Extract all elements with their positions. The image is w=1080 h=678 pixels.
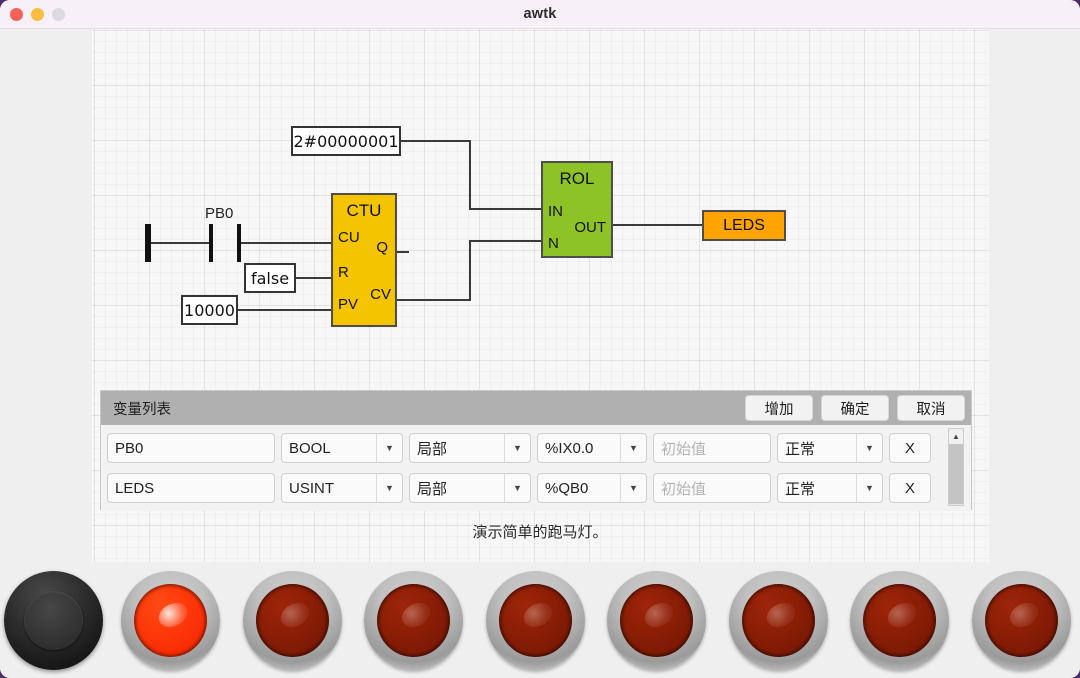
contact-label-pb0: PB0 (205, 205, 233, 222)
chevron-down-icon[interactable]: ▼ (376, 434, 402, 462)
window-controls (10, 8, 65, 21)
led-highlight (155, 598, 192, 632)
variable-scope-value-0: 局部 (410, 438, 504, 459)
led-highlight (519, 598, 556, 632)
close-button[interactable] (10, 8, 23, 21)
literal-rotate-pattern[interactable]: 2#00000001 (291, 126, 401, 156)
led-lens (256, 584, 329, 657)
variable-state-value-0: 正常 (778, 438, 856, 459)
led-lens (863, 584, 936, 657)
rol-pin-n: N (548, 235, 559, 252)
led-indicator-2[interactable] (364, 571, 463, 670)
ctu-pin-r: R (338, 264, 349, 281)
led-lens (620, 584, 693, 657)
zoom-button[interactable] (52, 8, 65, 21)
led-indicator-7[interactable] (972, 571, 1071, 670)
variable-initial-input-0[interactable]: 初始值 (653, 433, 771, 463)
led-indicator-6[interactable] (850, 571, 949, 670)
rol-pin-out: OUT (574, 219, 606, 236)
chevron-down-icon[interactable]: ▼ (376, 474, 402, 502)
led-lens (742, 584, 815, 657)
variable-name-input-0[interactable]: PB0 (107, 433, 275, 463)
led-indicator-0[interactable] (121, 571, 220, 670)
table-row: PB0 BOOL ▼ 局部 ▼ %IX0.0 ▼ 初始值 正常 ▼ (107, 431, 971, 465)
led-highlight (884, 598, 921, 632)
rol-title: ROL (543, 169, 611, 189)
variable-name-input-1[interactable]: LEDS (107, 473, 275, 503)
variable-type-value-1: USINT (282, 480, 376, 497)
ctu-title: CTU (333, 201, 395, 221)
hint-text: 演示简单的跑马灯。 (0, 521, 1080, 542)
led-strip (0, 562, 1080, 678)
variable-address-value-0: %IX0.0 (538, 440, 620, 457)
title-bar: awtk (0, 0, 1080, 29)
delete-row-button-1[interactable]: X (889, 473, 931, 503)
variable-address-select-1[interactable]: %QB0 ▼ (537, 473, 647, 503)
led-highlight (641, 598, 678, 632)
led-highlight (1005, 598, 1042, 632)
app-window: awtk 2#00000001 false 10000 PB0 CTU CU (0, 0, 1080, 678)
scroll-up-icon[interactable]: ▲ (949, 429, 963, 444)
push-button[interactable] (4, 571, 103, 670)
canvas-right-margin (989, 29, 1080, 562)
output-variable-leds[interactable]: LEDS (702, 210, 786, 241)
led-indicator-1[interactable] (243, 571, 342, 670)
chevron-down-icon[interactable]: ▼ (620, 434, 646, 462)
variable-state-select-0[interactable]: 正常 ▼ (777, 433, 883, 463)
led-highlight (276, 598, 313, 632)
table-row: LEDS USINT ▼ 局部 ▼ %QB0 ▼ 初始值 正常 ▼ (107, 471, 971, 505)
variable-list-scrollbar[interactable]: ▲ (948, 428, 964, 506)
scrollbar-thumb[interactable] (949, 444, 963, 504)
canvas-left-margin (0, 29, 92, 562)
led-lens (134, 584, 207, 657)
ctu-pin-q: Q (376, 239, 388, 256)
add-button[interactable]: 增加 (745, 395, 813, 421)
led-highlight (762, 598, 799, 632)
variable-type-value-0: BOOL (282, 440, 376, 457)
led-lens (499, 584, 572, 657)
function-block-rol[interactable]: ROL IN N OUT (541, 161, 613, 258)
chevron-down-icon[interactable]: ▼ (856, 434, 882, 462)
ctu-pin-cu: CU (338, 229, 360, 246)
function-block-ctu[interactable]: CTU CU R PV Q CV (331, 193, 397, 327)
variable-address-value-1: %QB0 (538, 480, 620, 497)
chevron-down-icon[interactable]: ▼ (856, 474, 882, 502)
led-highlight (398, 598, 435, 632)
ctu-pin-cv: CV (370, 286, 391, 303)
ctu-pin-pv: PV (338, 296, 358, 313)
window-title: awtk (0, 6, 1080, 22)
variable-list-actions: 增加 确定 取消 (745, 395, 965, 421)
cancel-button[interactable]: 取消 (897, 395, 965, 421)
variable-type-select-1[interactable]: USINT ▼ (281, 473, 403, 503)
variable-address-select-0[interactable]: %IX0.0 ▼ (537, 433, 647, 463)
variable-list-header: 变量列表 增加 确定 取消 (101, 391, 971, 425)
variable-list-panel: 变量列表 增加 确定 取消 PB0 BOOL ▼ 局部 ▼ %IX0.0 (100, 390, 972, 510)
literal-reset-false[interactable]: false (244, 263, 296, 293)
minimize-button[interactable] (31, 8, 44, 21)
rol-pin-in: IN (548, 203, 563, 220)
variable-state-value-1: 正常 (778, 478, 856, 499)
variable-type-select-0[interactable]: BOOL ▼ (281, 433, 403, 463)
led-lens (985, 584, 1058, 657)
variable-scope-select-1[interactable]: 局部 ▼ (409, 473, 531, 503)
variable-scope-value-1: 局部 (410, 478, 504, 499)
variable-state-select-1[interactable]: 正常 ▼ (777, 473, 883, 503)
variable-list-body: PB0 BOOL ▼ 局部 ▼ %IX0.0 ▼ 初始值 正常 ▼ (101, 425, 971, 511)
chevron-down-icon[interactable]: ▼ (504, 474, 530, 502)
variable-scope-select-0[interactable]: 局部 ▼ (409, 433, 531, 463)
led-indicator-5[interactable] (729, 571, 828, 670)
variable-initial-input-1[interactable]: 初始值 (653, 473, 771, 503)
chevron-down-icon[interactable]: ▼ (504, 434, 530, 462)
led-lens (377, 584, 450, 657)
led-indicator-4[interactable] (607, 571, 706, 670)
literal-preset-10000[interactable]: 10000 (181, 295, 238, 325)
chevron-down-icon[interactable]: ▼ (620, 474, 646, 502)
confirm-button[interactable]: 确定 (821, 395, 889, 421)
variable-list-title: 变量列表 (113, 398, 171, 419)
led-indicator-3[interactable] (486, 571, 585, 670)
delete-row-button-0[interactable]: X (889, 433, 931, 463)
push-button-cap (24, 591, 83, 650)
